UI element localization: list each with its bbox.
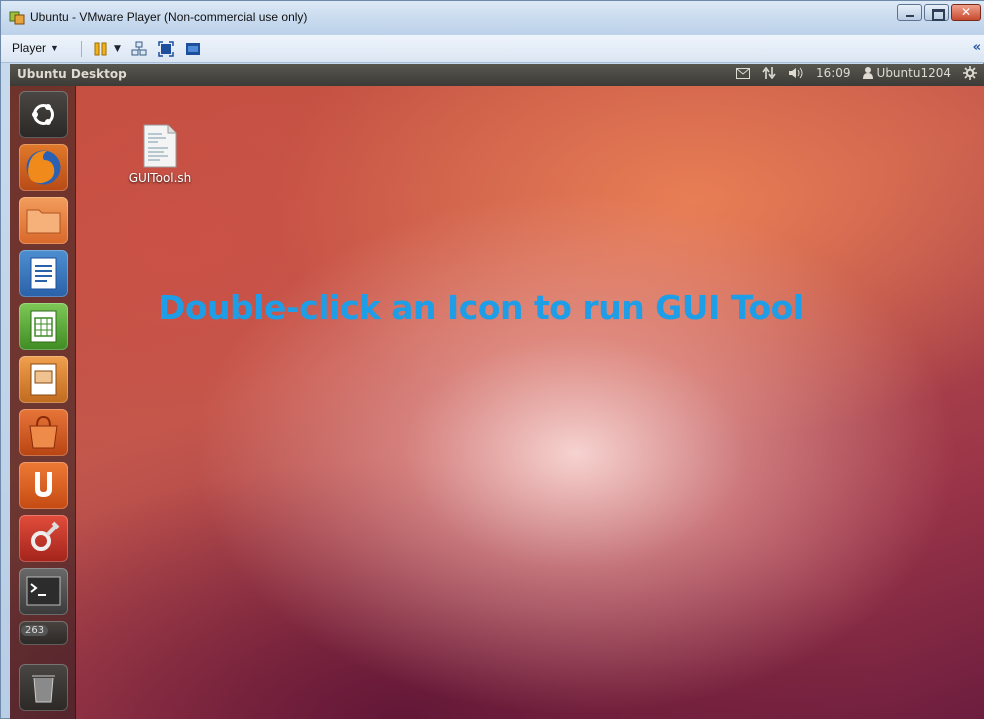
launcher-ubuntu-one[interactable] (19, 462, 68, 509)
launcher-system-settings[interactable] (19, 515, 68, 562)
panel-indicators: 16:09 Ubuntu1204 (735, 66, 977, 80)
double-chevron-left-icon[interactable]: « (973, 40, 981, 55)
vmware-window: Ubuntu - VMware Player (Non-commercial u… (0, 0, 984, 719)
unity-icon[interactable] (185, 41, 201, 57)
impress-icon (30, 363, 57, 396)
folder-icon (26, 209, 61, 234)
launcher-firefox[interactable] (19, 144, 68, 191)
clock-time: 16:09 (815, 66, 851, 80)
ubuntu-logo-icon (32, 104, 54, 125)
ubuntu-one-icon (35, 472, 52, 497)
player-toolbar: Player ▼ ▼ « (1, 35, 984, 63)
maximize-button[interactable] (924, 4, 949, 21)
mail-icon[interactable] (735, 67, 750, 79)
shopping-bag-icon (29, 415, 58, 449)
minimize-button[interactable] (897, 4, 922, 21)
toolbar-separator (81, 41, 82, 57)
launcher-libreoffice-calc[interactable] (19, 303, 68, 350)
calc-icon (30, 310, 57, 343)
chevron-down-icon: ▼ (50, 43, 59, 53)
launcher-count-badge: 263 (21, 625, 49, 636)
fullscreen-icon[interactable] (158, 41, 174, 57)
launcher-libreoffice-impress[interactable] (19, 356, 68, 403)
launcher-software-center[interactable] (19, 409, 68, 456)
desktop-file-guitool[interactable]: GUITool.sh (120, 124, 200, 185)
firefox-icon (26, 150, 61, 185)
user-name: Ubuntu1204 (876, 66, 951, 80)
launcher-libreoffice-writer[interactable] (19, 250, 68, 297)
clock-indicator[interactable]: 16:09 (816, 66, 851, 80)
terminal-icon (26, 576, 61, 606)
ubuntu-guest-screen: Ubuntu Desktop 16:09 Ubuntu1204 263 GUIT… (10, 64, 984, 719)
ubuntu-top-panel: Ubuntu Desktop 16:09 Ubuntu1204 (10, 64, 984, 86)
close-button[interactable] (951, 4, 981, 21)
shell-script-file-icon (143, 124, 177, 168)
session-gear-icon[interactable] (963, 66, 977, 80)
writer-icon (30, 257, 57, 290)
launcher-trash[interactable] (19, 664, 68, 711)
window-titlebar[interactable]: Ubuntu - VMware Player (Non-commercial u… (1, 1, 984, 35)
window-controls (897, 4, 981, 21)
instruction-overlay: Double-click an Icon to run GUI Tool (158, 288, 804, 327)
panel-app-title: Ubuntu Desktop (17, 67, 127, 81)
user-icon (862, 67, 873, 79)
vmware-icon (9, 11, 25, 25)
network-icon[interactable] (762, 67, 776, 79)
pause-icon[interactable] (93, 41, 109, 57)
desktop-file-label: GUITool.sh (128, 171, 192, 185)
user-indicator[interactable]: Ubuntu1204 (862, 66, 951, 80)
player-menu-label: Player (12, 41, 47, 55)
unity-launcher: 263 (10, 86, 76, 719)
launcher-terminal[interactable] (19, 568, 68, 615)
send-ctrl-alt-del-icon[interactable] (131, 41, 147, 57)
launcher-workspace-switcher[interactable]: 263 (19, 621, 68, 645)
settings-wrench-icon (31, 521, 60, 551)
trash-icon (32, 675, 55, 703)
launcher-dash-home[interactable] (19, 91, 68, 138)
volume-icon[interactable] (788, 67, 804, 79)
launcher-files[interactable] (19, 197, 68, 244)
pause-dropdown-icon[interactable]: ▼ (114, 44, 121, 54)
window-title: Ubuntu - VMware Player (Non-commercial u… (30, 10, 308, 24)
player-menu-button[interactable]: Player ▼ (12, 41, 59, 55)
